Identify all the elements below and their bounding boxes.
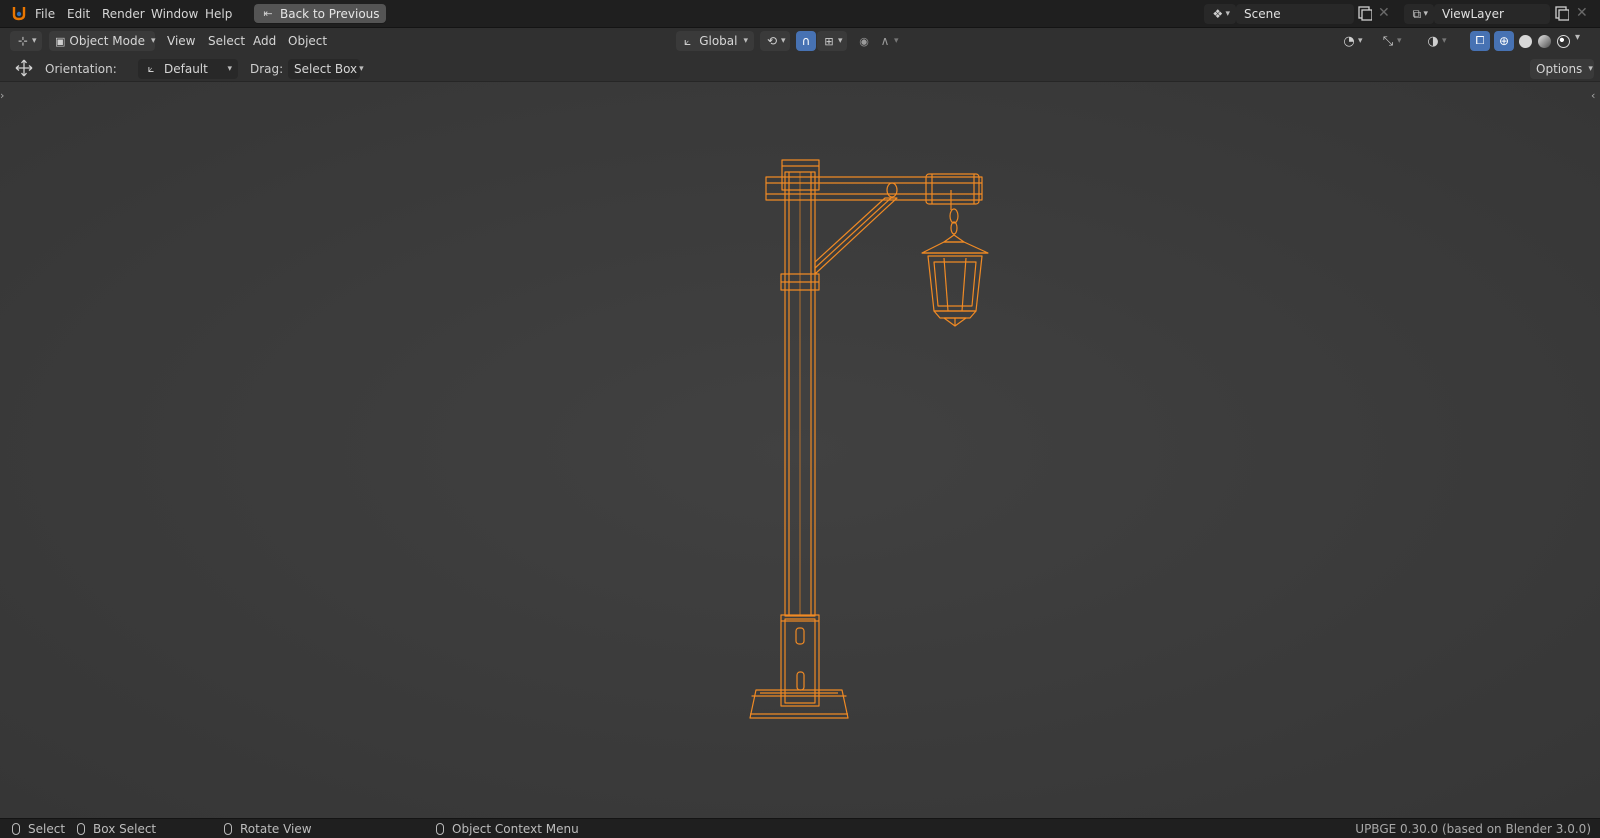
shading-wireframe-button[interactable]: ⊕	[1494, 31, 1514, 51]
hint-context-menu-label: Object Context Menu	[452, 822, 579, 836]
delete-viewlayer-icon[interactable]: ✕	[1576, 5, 1588, 21]
menu-help[interactable]: Help	[199, 4, 238, 24]
menu-select[interactable]: Select	[202, 31, 251, 51]
menu-edit[interactable]: Edit	[61, 4, 96, 24]
lantern-chain	[949, 190, 959, 235]
street-lamp-wireframe[interactable]	[0, 82, 1600, 818]
lantern	[921, 234, 989, 327]
left-drag-mouse-icon	[77, 823, 85, 835]
drag-dropdown[interactable]: Select Box ▾	[288, 59, 364, 79]
status-hint-box-select: Box Select	[77, 822, 156, 836]
overlays-dropdown[interactable]: ◑ ▾	[1424, 31, 1464, 51]
menu-window[interactable]: Window	[145, 4, 204, 24]
lamp-post	[780, 159, 820, 617]
3d-viewport[interactable]: › ‹	[0, 82, 1600, 818]
orientation-label: Orientation:	[45, 62, 117, 76]
drag-value: Select Box	[294, 62, 358, 76]
scene-name-field[interactable]: Scene	[1236, 4, 1354, 24]
shading-options-chevron-icon[interactable]: ▾	[1575, 32, 1580, 43]
menu-object[interactable]: Object	[282, 31, 333, 51]
object-visibility-dropdown[interactable]: ◔ ▾	[1340, 31, 1374, 51]
proportional-edit-icon: ◉	[859, 34, 869, 48]
drag-label: Drag:	[250, 62, 284, 76]
left-mouse-icon	[12, 823, 20, 835]
material-sphere-icon	[1537, 34, 1551, 48]
transform-orientation-dropdown[interactable]: ⟀ Global ▾	[676, 31, 754, 51]
status-hint-context-menu: Object Context Menu	[436, 822, 579, 836]
options-dropdown[interactable]: Options ▾	[1530, 59, 1594, 79]
scene-browse-dropdown[interactable]: ❖ ▾	[1204, 4, 1236, 24]
magnet-icon: ∩	[801, 34, 811, 48]
lamp-base	[749, 689, 849, 719]
menu-add[interactable]: Add	[247, 31, 282, 51]
status-hint-select: Select	[12, 822, 65, 836]
tool-settings-bar: Orientation: ⟀ Default ▾ Drag: Select Bo…	[0, 55, 1600, 82]
3d-viewport-icon: ⊹	[17, 34, 29, 48]
orientation-global-icon: ⟀	[683, 33, 692, 48]
editor-type-dropdown[interactable]: ⊹ ▾	[10, 31, 42, 51]
status-hint-rotate: Rotate View	[224, 822, 312, 836]
hint-box-select-label: Box Select	[93, 822, 157, 836]
top-bar: File Edit Render Window Help ⇤ Back to P…	[0, 0, 1600, 28]
lamp-arm	[765, 173, 983, 205]
new-scene-icon[interactable]	[1356, 5, 1372, 21]
upbge-logo-icon[interactable]	[10, 4, 28, 22]
proportional-editing-toggle[interactable]: ◉	[854, 31, 874, 51]
menu-view[interactable]: View	[161, 31, 201, 51]
viewlayer-browse-dropdown[interactable]: ⧉ ▾	[1404, 4, 1434, 24]
xray-toggle[interactable]: ⧠	[1470, 31, 1490, 51]
hint-select-label: Select	[28, 822, 66, 836]
delete-scene-icon[interactable]: ✕	[1378, 5, 1390, 21]
snap-increment-icon: ⊞	[824, 34, 834, 48]
overlays-icon: ◑	[1427, 33, 1439, 49]
options-label: Options	[1536, 62, 1583, 76]
gizmo-icon: ⤡	[1382, 33, 1394, 49]
pivot-point-dropdown[interactable]: ⟲ ▾	[760, 31, 790, 51]
shading-material-button[interactable]	[1535, 31, 1553, 51]
viewlayer-name-field[interactable]: ViewLayer	[1434, 4, 1550, 24]
eye-icon: ◔	[1343, 33, 1355, 49]
lamp-brace	[814, 182, 898, 275]
transform-orientation-label: Global	[699, 34, 738, 48]
solid-sphere-icon	[1518, 34, 1532, 48]
viewport-header: ⊹ ▾ ▣ Object Mode ▾ View Select Add Objec…	[0, 28, 1600, 55]
snap-target-dropdown[interactable]: ⊞ ▾	[817, 31, 847, 51]
menu-render[interactable]: Render	[96, 4, 151, 24]
new-viewlayer-icon[interactable]	[1553, 5, 1569, 21]
xray-icon: ⧠	[1475, 34, 1485, 47]
back-arrow-icon: ⇤	[263, 7, 273, 20]
falloff-curve-icon: ∧	[880, 34, 890, 48]
hint-rotate-label: Rotate View	[240, 822, 312, 836]
snap-toggle[interactable]: ∩	[796, 31, 816, 51]
orientation-default-icon: ⟀	[147, 62, 155, 75]
mode-dropdown[interactable]: ▣ Object Mode ▾	[49, 31, 156, 51]
menu-file[interactable]: File	[29, 4, 61, 24]
move-tool-icon[interactable]	[14, 58, 34, 78]
viewlayer-icon: ⧉	[1412, 6, 1422, 21]
mode-label: Object Mode	[69, 34, 145, 48]
scene-icon: ❖	[1212, 7, 1224, 21]
lamp-geometry	[749, 159, 989, 719]
orientation-dropdown[interactable]: ⟀ Default ▾	[138, 59, 238, 79]
status-bar: Select Box Select Rotate View Object Con…	[0, 818, 1600, 838]
back-to-previous-label: Back to Previous	[280, 6, 380, 21]
rendered-sphere-icon	[1556, 34, 1570, 48]
falloff-dropdown[interactable]: ∧ ▾	[876, 31, 902, 51]
gizmo-dropdown[interactable]: ⤡ ▾	[1379, 31, 1419, 51]
object-mode-icon: ▣	[55, 34, 66, 48]
wireframe-sphere-icon: ⊕	[1498, 34, 1510, 48]
version-label: UPBGE 0.30.0 (based on Blender 3.0.0)	[1355, 822, 1591, 836]
right-mouse-icon	[436, 823, 444, 835]
orientation-value: Default	[164, 62, 208, 76]
back-to-previous-button[interactable]: ⇤ Back to Previous	[254, 4, 386, 23]
shading-solid-button[interactable]	[1516, 31, 1534, 51]
middle-mouse-icon	[224, 823, 232, 835]
pivot-point-icon: ⟲	[766, 34, 778, 48]
lamp-post-sleeve	[780, 614, 820, 707]
shading-rendered-button[interactable]	[1554, 31, 1572, 51]
